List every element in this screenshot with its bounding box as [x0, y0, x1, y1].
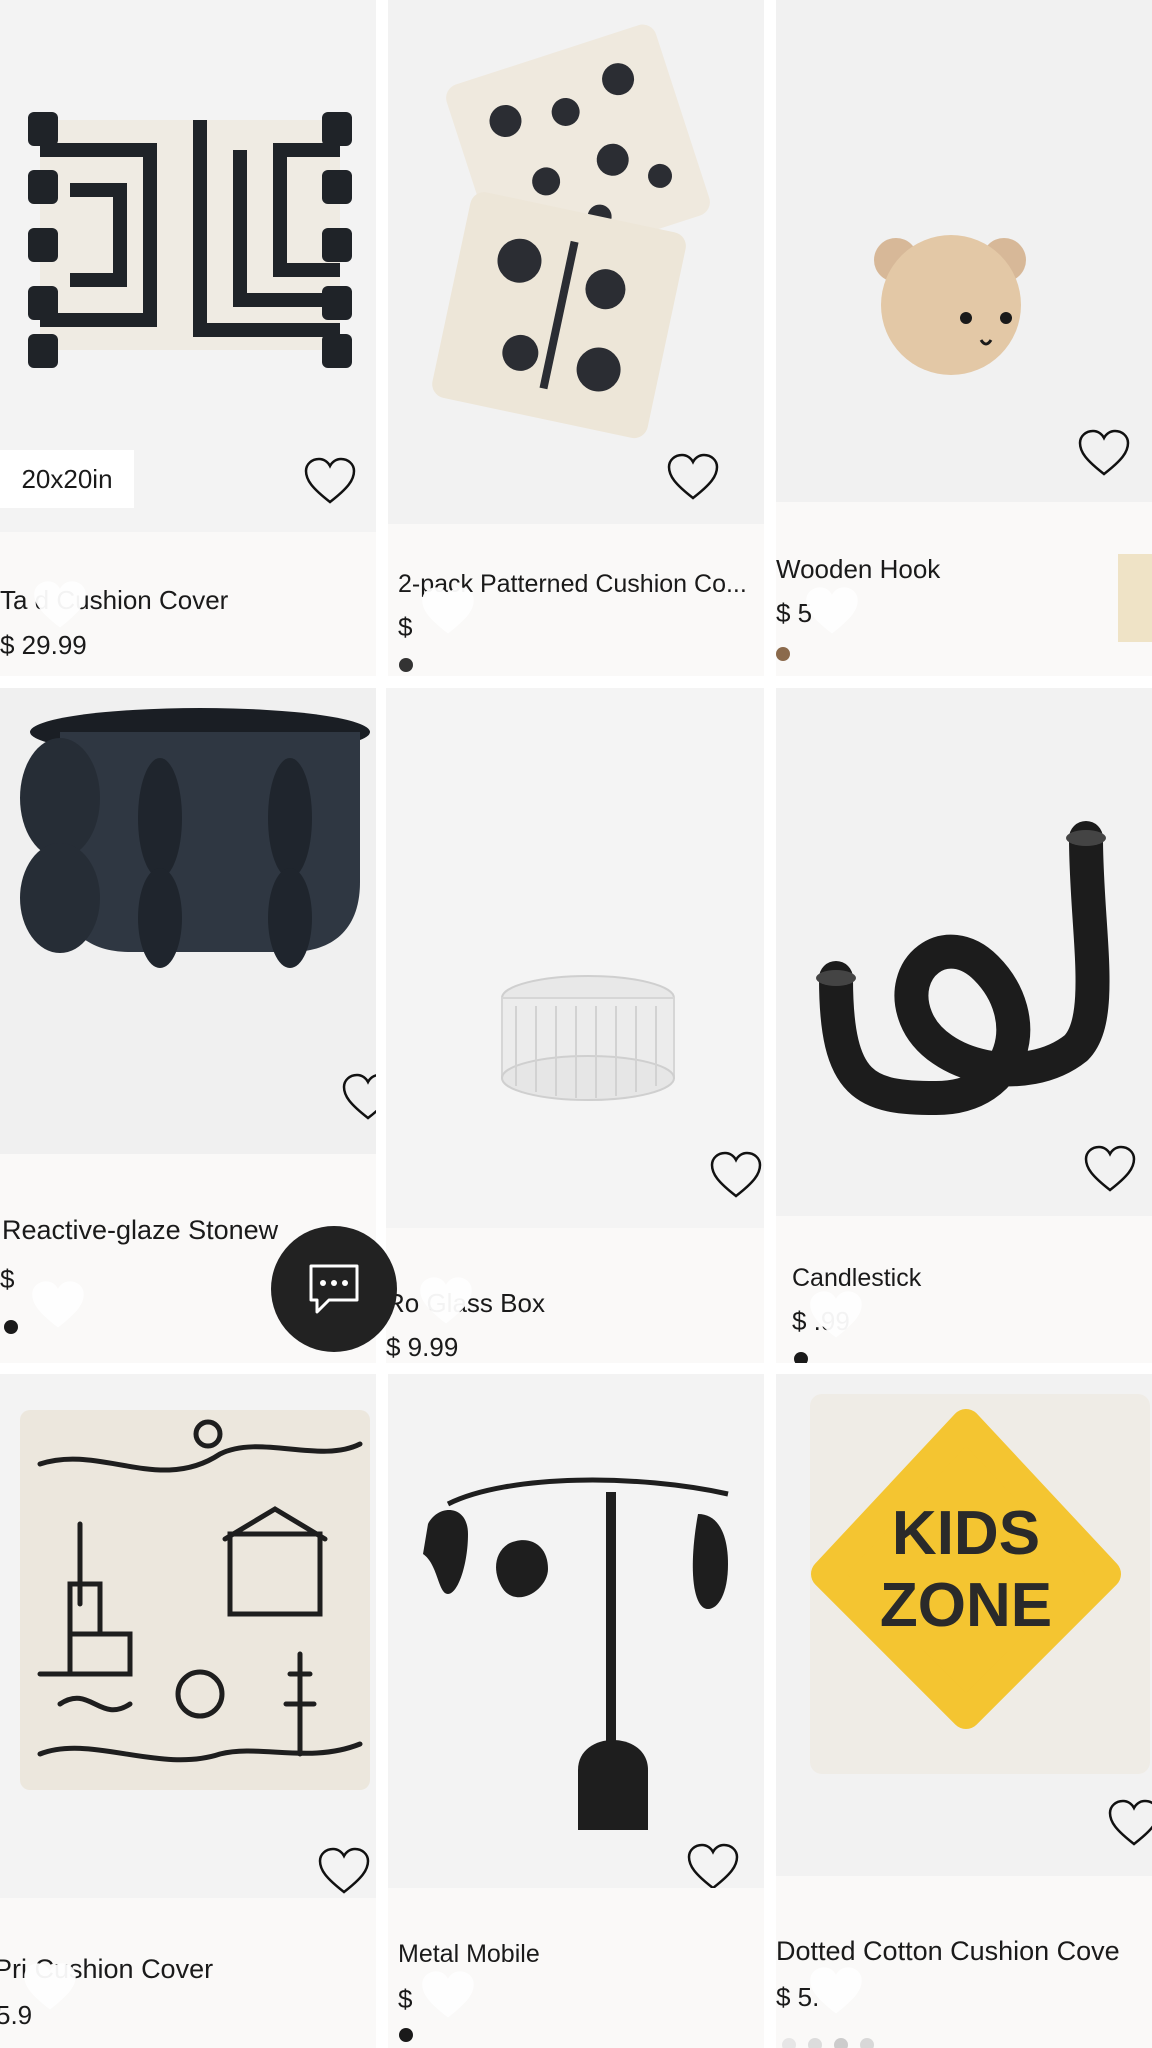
heart-overlay-icon — [418, 584, 478, 640]
heart-overlay-icon — [30, 578, 90, 634]
chat-button[interactable] — [271, 1226, 397, 1352]
favorite-heart-icon[interactable] — [340, 1072, 376, 1124]
favorite-heart-icon[interactable] — [1106, 1798, 1152, 1850]
heart-overlay-icon — [20, 1960, 80, 2016]
product-image[interactable] — [388, 0, 764, 524]
color-swatch[interactable] — [399, 658, 413, 672]
color-swatch[interactable] — [782, 2038, 796, 2048]
zone-print-text: ZONE — [880, 1571, 1052, 1640]
heart-overlay-icon — [806, 1964, 866, 2020]
printed-cushion-image — [20, 1410, 370, 1790]
product-title[interactable]: Wooden Hook — [776, 554, 1076, 585]
patterned-cushions-image — [432, 24, 710, 439]
glass-box-image — [501, 975, 675, 1101]
product-card-5[interactable]: Ro Glass Box $ 9.99 — [386, 688, 764, 1363]
product-image[interactable] — [0, 688, 376, 1154]
color-swatch[interactable] — [834, 2038, 848, 2048]
heart-overlay-icon — [806, 1288, 866, 1344]
stoneware-pot-image — [20, 708, 370, 968]
chat-bubble-icon — [309, 1264, 359, 1314]
product-image[interactable] — [388, 1374, 764, 1888]
color-swatch[interactable] — [399, 2028, 413, 2042]
heart-overlay-icon — [418, 1968, 478, 2024]
product-card-3[interactable]: Wooden Hook $ 5 — [776, 0, 1152, 676]
favorite-heart-icon[interactable] — [302, 456, 358, 508]
favorite-heart-icon[interactable] — [1082, 1144, 1138, 1196]
favorite-heart-icon[interactable] — [665, 452, 721, 504]
product-price: $ — [398, 612, 413, 642]
candlestick-image — [816, 821, 1110, 1116]
kids-zone-cushion-image: KIDS ZONE — [810, 1394, 1150, 1774]
product-image[interactable] — [0, 1374, 376, 1898]
product-card-9[interactable]: KIDS ZONE Dotted Cotton Cushion Cove $ 5… — [776, 1374, 1152, 2048]
color-swatch[interactable] — [1118, 554, 1152, 642]
color-swatch[interactable] — [808, 2038, 822, 2048]
product-price: $ — [0, 1264, 15, 1294]
product-price: $ 29.99 — [0, 630, 87, 660]
product-image[interactable]: KIDS ZONE — [776, 1374, 1152, 1876]
favorite-heart-icon[interactable] — [708, 1150, 764, 1202]
product-card-1[interactable]: 20x20in Ta d Cushion Cover $ 29.99 — [0, 0, 376, 676]
color-swatch[interactable] — [794, 1352, 808, 1363]
product-image[interactable] — [386, 688, 764, 1228]
size-badge: 20x20in — [0, 450, 134, 508]
product-price: $ 9.99 — [386, 1332, 459, 1362]
color-swatch[interactable] — [776, 647, 790, 661]
product-card-6[interactable]: Candlestick $ .99 — [776, 688, 1152, 1363]
metal-mobile-image — [423, 1477, 729, 1830]
product-image[interactable] — [776, 688, 1152, 1216]
product-price: $ — [398, 1984, 413, 2014]
product-image[interactable] — [776, 0, 1152, 502]
bear-hook-image — [874, 235, 1026, 375]
favorite-heart-icon[interactable] — [685, 1842, 741, 1888]
color-swatch[interactable] — [4, 1320, 18, 1334]
product-image[interactable]: 20x20in — [0, 0, 376, 532]
favorite-heart-icon[interactable] — [1076, 428, 1132, 480]
color-swatch[interactable] — [860, 2038, 874, 2048]
product-title[interactable]: Dotted Cotton Cushion Cove — [776, 1936, 1152, 1967]
kids-print-text: KIDS — [892, 1499, 1040, 1568]
favorite-heart-icon[interactable] — [316, 1846, 372, 1898]
heart-overlay-icon — [802, 584, 862, 640]
product-card-2[interactable]: 2-pack Patterned Cushion Co... $ — [388, 0, 764, 676]
product-card-8[interactable]: Metal Mobile $ — [388, 1374, 764, 2048]
heart-overlay-icon — [28, 1278, 88, 1334]
product-title[interactable]: Metal Mobile — [398, 1940, 758, 1969]
product-card-7[interactable]: Pri Cushion Cover 5.9 — [0, 1374, 376, 2048]
heart-overlay-icon — [416, 1274, 476, 1330]
